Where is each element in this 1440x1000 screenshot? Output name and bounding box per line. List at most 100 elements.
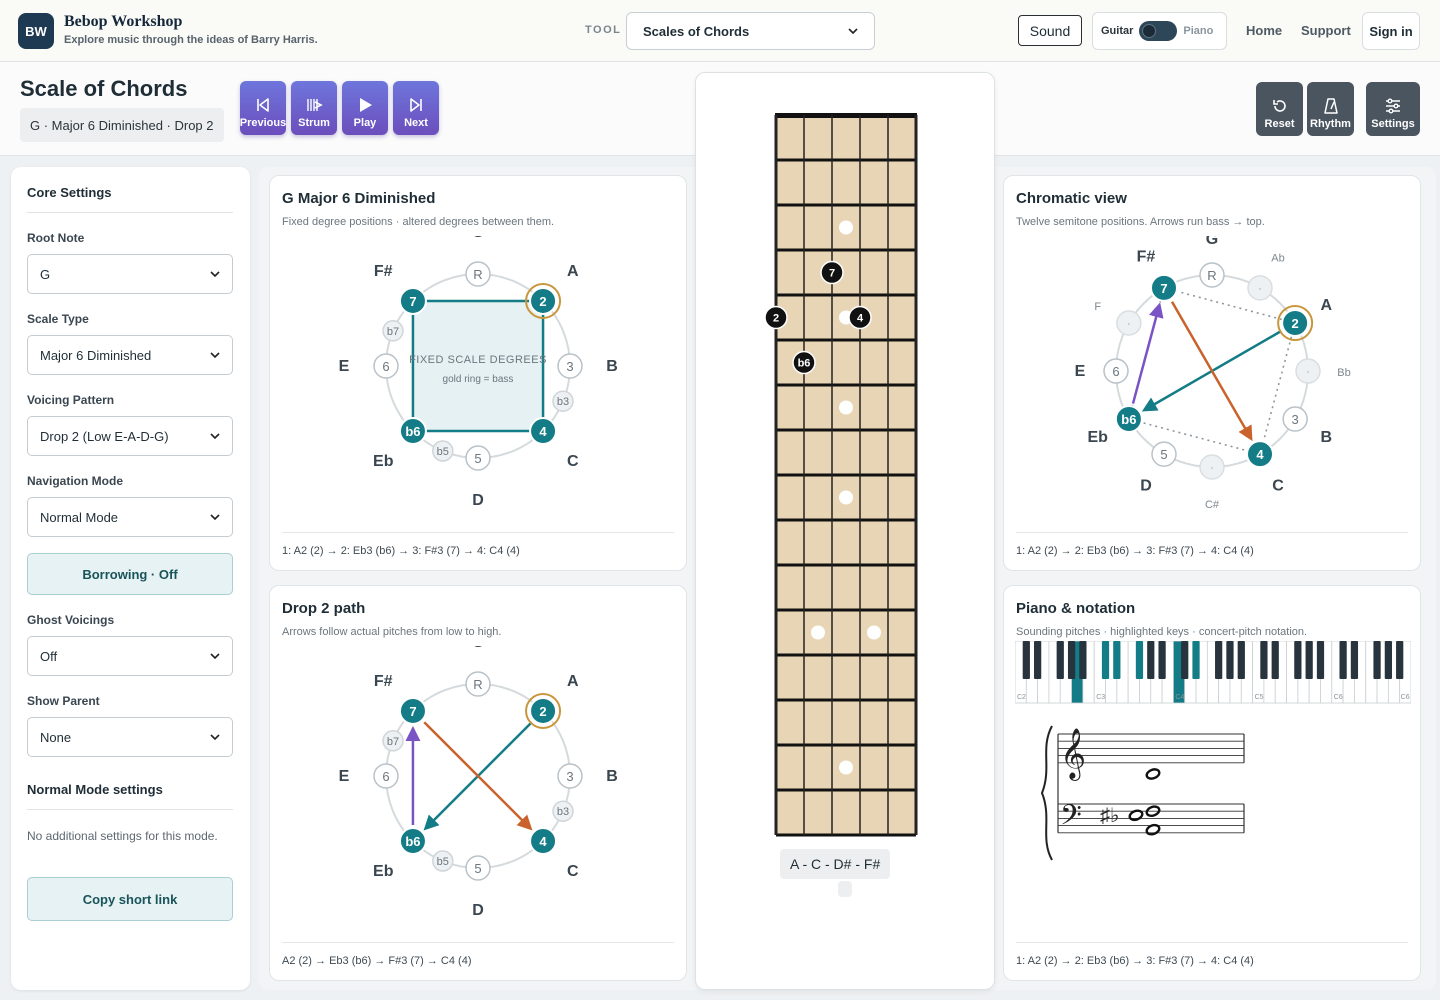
sound-button[interactable]: Sound: [1018, 15, 1082, 46]
ghost-voicings-label: Ghost Voicings: [27, 613, 115, 627]
note-name-label: C#: [1205, 499, 1220, 511]
chord-tone-label: 7: [409, 704, 416, 719]
note-name-label: D: [472, 492, 484, 509]
accidentals: ♯♭: [1100, 805, 1119, 827]
note-name-label: Eb: [373, 453, 394, 470]
note-name-label: G: [1206, 236, 1218, 248]
support-link[interactable]: Support: [1301, 23, 1351, 38]
chord-tone-label: 2: [539, 704, 546, 719]
brand-title[interactable]: Bebop Workshop: [64, 13, 182, 31]
black-key: [1067, 641, 1076, 679]
navigation-mode-label: Navigation Mode: [27, 474, 124, 488]
black-key: [1101, 641, 1110, 679]
rhythm-button[interactable]: Rhythm: [1307, 82, 1354, 136]
voicing-pattern-label: Voicing Pattern: [27, 393, 115, 407]
note-name-label: D: [1140, 477, 1152, 494]
logo[interactable]: BW: [18, 13, 54, 49]
drop2-wheel: b3 b5 b7 G A B C D Eb E F# R 2 3 4 5 b6 6 7: [339, 646, 618, 919]
reset-button[interactable]: Reset: [1256, 82, 1303, 136]
sign-in-button[interactable]: Sign in: [1362, 12, 1420, 50]
scale-degree-label: 5: [474, 861, 481, 876]
chord-tone-label: 4: [539, 834, 547, 849]
chevron-down-icon: [848, 28, 858, 35]
divider: [282, 942, 674, 943]
octave-label: C4: [1175, 694, 1184, 701]
treble-clef: 𝄞: [1060, 729, 1086, 781]
chord-tone-label: 4: [539, 424, 547, 439]
chord-tone-label: 2: [539, 294, 546, 309]
settings-label: Settings: [1371, 118, 1415, 130]
settings-button[interactable]: Settings: [1366, 82, 1420, 136]
mode-settings-note: No additional settings for this mode.: [27, 829, 218, 843]
chromatic-wheel: G Ab A Bb B C C# D Eb E F F# R · 2 · 3 4 · 5 b6 6 · 7: [1075, 236, 1351, 511]
previous-button[interactable]: Previous: [240, 81, 286, 135]
note-name-label: B: [606, 358, 618, 375]
scale-degree-label: 6: [382, 359, 389, 374]
home-link[interactable]: Home: [1246, 23, 1282, 38]
navigation-mode-select[interactable]: Normal Mode: [27, 497, 233, 537]
chromatic-slot-label: ·: [1258, 283, 1262, 295]
black-key: [1226, 641, 1234, 679]
skip-back-icon: [257, 98, 269, 112]
note-name-label: E: [339, 768, 350, 785]
note-name-label: B: [606, 768, 618, 785]
note-name-label: A: [567, 263, 579, 280]
tool-select[interactable]: Scales of Chords: [626, 12, 875, 50]
note-name-label: F#: [1137, 249, 1156, 266]
chord-tone-label: 4: [1256, 447, 1264, 462]
scale-degree-label: 6: [1112, 364, 1119, 379]
octave-label: C2: [1017, 694, 1026, 701]
altered-degree-label: b7: [387, 326, 399, 338]
copy-short-link-button[interactable]: Copy short link: [27, 877, 233, 921]
scale-degree-label: R: [473, 677, 482, 692]
next-button[interactable]: Next: [393, 81, 439, 135]
card-subtitle: Sounding pitches · highlighted keys · co…: [1016, 626, 1308, 638]
octave-label: C6: [1334, 694, 1343, 701]
piano-notation-card: Piano & notation Sounding pitches · high…: [1003, 585, 1421, 981]
instrument-toggle[interactable]: Guitar Piano: [1092, 12, 1227, 50]
scroll-handle[interactable]: [838, 881, 852, 897]
reset-label: Reset: [1264, 118, 1295, 130]
divider: [1016, 942, 1408, 943]
black-key: [1384, 641, 1392, 679]
wheel-center-note: gold ring = bass: [443, 374, 514, 385]
ghost-voicings-value: Off: [40, 648, 58, 664]
brand-subtitle: Explore music through the ideas of Barry…: [64, 34, 318, 46]
ghost-voicings-select[interactable]: Off: [27, 636, 233, 676]
scale-degree-label: R: [473, 267, 482, 282]
chevron-down-icon: [210, 734, 220, 741]
play-button[interactable]: Play: [342, 81, 388, 135]
black-key: [1396, 641, 1404, 679]
finger-dot-label: 2: [773, 313, 779, 325]
piano-keyboard[interactable]: C2 C3 C4 C5 C6 C6: [1015, 641, 1411, 705]
finger-dot-label: 4: [857, 313, 864, 325]
skip-forward-icon: [410, 98, 422, 112]
chevron-down-icon: [210, 653, 220, 660]
voicing-pattern-select[interactable]: Drop 2 (Low E-A-D-G): [27, 416, 233, 456]
chevron-down-icon: [210, 352, 220, 359]
note-name-label: A: [567, 673, 579, 690]
voicing-sequence: 1: A2 (2) → 2: Eb3 (b6) → 3: F#3 (7) → 4…: [1016, 955, 1254, 967]
drop2-path-card: Drop 2 path Arrows follow actual pitches…: [269, 585, 687, 981]
scale-degree-label: 3: [1292, 412, 1299, 427]
scale-degree-label: 5: [1160, 447, 1167, 462]
guitar-label: Guitar: [1101, 25, 1134, 37]
black-key: [1271, 641, 1279, 679]
card-title: Drop 2 path: [282, 600, 366, 617]
instrument-switch[interactable]: [1139, 21, 1178, 41]
tool-select-value: Scales of Chords: [643, 23, 750, 39]
scale-degree-label: 5: [474, 451, 481, 466]
piano-label: Piano: [1183, 25, 1214, 37]
fret-inlay: [839, 760, 853, 775]
guitar-fretboard[interactable]: 2 b6 7 4: [756, 109, 936, 849]
octave-label: C5: [1255, 694, 1264, 701]
black-key: [1215, 641, 1223, 679]
root-note-select[interactable]: G: [27, 254, 233, 294]
note-name-label: F: [1094, 301, 1101, 313]
show-parent-select[interactable]: None: [27, 717, 233, 757]
scale-degree-label: 3: [566, 359, 573, 374]
altered-degree-label: b7: [387, 736, 399, 748]
borrowing-toggle-button[interactable]: Borrowing · Off: [27, 553, 233, 595]
strum-button[interactable]: Strum: [291, 81, 337, 135]
scale-type-select[interactable]: Major 6 Diminished: [27, 335, 233, 375]
